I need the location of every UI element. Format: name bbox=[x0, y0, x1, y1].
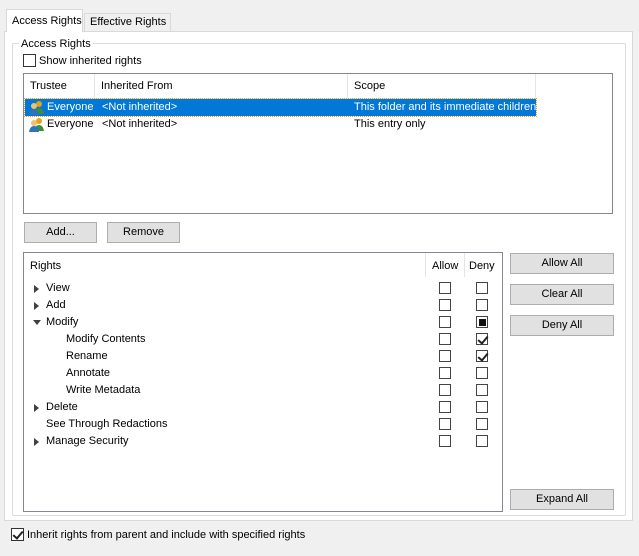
rights-item-label: Manage Security bbox=[46, 435, 129, 447]
trustee-scope: This folder and its immediate children bbox=[354, 101, 537, 113]
group-title: Access Rights bbox=[19, 37, 93, 51]
trustee-scope: This entry only bbox=[354, 118, 426, 130]
column-scope[interactable]: Scope bbox=[348, 74, 536, 99]
deny-checkbox[interactable] bbox=[476, 299, 488, 311]
inherit-rights-checkbox[interactable] bbox=[11, 528, 24, 541]
deny-checkbox[interactable] bbox=[476, 350, 488, 362]
trustee-row[interactable]: Everyone <Not inherited> This folder and… bbox=[24, 98, 537, 117]
allow-checkbox[interactable] bbox=[439, 333, 451, 345]
rights-item[interactable]: Annotate bbox=[24, 365, 502, 382]
tab-effective-rights[interactable]: Effective Rights bbox=[84, 13, 171, 31]
deny-all-button[interactable]: Deny All bbox=[510, 315, 614, 336]
deny-checkbox[interactable] bbox=[476, 418, 488, 430]
rights-item[interactable]: Delete bbox=[24, 399, 502, 416]
rights-item-label: Write Metadata bbox=[66, 384, 141, 396]
rights-item-label: See Through Redactions bbox=[46, 418, 168, 430]
rights-item-label: Modify bbox=[46, 316, 79, 328]
tab-effective-rights-label: Effective Rights bbox=[90, 16, 167, 28]
allow-checkbox[interactable] bbox=[439, 299, 451, 311]
expand-arrow-icon[interactable] bbox=[34, 438, 39, 446]
allow-checkbox[interactable] bbox=[439, 401, 451, 413]
trustee-inherited-from: <Not inherited> bbox=[102, 118, 178, 130]
allow-checkbox[interactable] bbox=[439, 282, 451, 294]
column-divider bbox=[425, 253, 426, 277]
deny-checkbox[interactable] bbox=[476, 367, 488, 379]
rights-item[interactable]: Add bbox=[24, 297, 502, 314]
rights-item[interactable]: View bbox=[24, 280, 502, 297]
column-divider bbox=[464, 253, 465, 277]
rights-item[interactable]: See Through Redactions bbox=[24, 416, 502, 433]
inherit-rights-label: Inherit rights from parent and include w… bbox=[27, 529, 306, 541]
rights-tree[interactable]: Rights Allow Deny View Add Modify Modify Co… bbox=[23, 252, 503, 512]
rights-header: Rights Allow Deny bbox=[24, 258, 502, 275]
rights-item[interactable]: Modify Contents bbox=[24, 331, 502, 348]
expand-all-button[interactable]: Expand All bbox=[510, 489, 614, 510]
trustee-name: Everyone bbox=[47, 101, 94, 113]
rights-item[interactable]: Write Metadata bbox=[24, 382, 502, 399]
allow-all-button[interactable]: Allow All bbox=[510, 253, 614, 274]
trustee-inherited-from: <Not inherited> bbox=[102, 101, 178, 113]
tab-access-rights-label: Access Rights bbox=[12, 15, 82, 27]
deny-column-header: Deny bbox=[469, 260, 495, 272]
allow-column-header: Allow bbox=[432, 260, 459, 272]
expand-arrow-icon[interactable] bbox=[34, 404, 39, 412]
deny-checkbox[interactable] bbox=[476, 282, 488, 294]
column-trustee[interactable]: Trustee bbox=[24, 74, 95, 99]
allow-checkbox[interactable] bbox=[439, 367, 451, 379]
collapse-arrow-icon[interactable] bbox=[33, 320, 41, 325]
rights-item-label: Annotate bbox=[66, 367, 111, 379]
rights-item[interactable]: Modify bbox=[24, 314, 502, 331]
rights-item-label: View bbox=[46, 282, 70, 294]
allow-checkbox[interactable] bbox=[439, 435, 451, 447]
show-inherited-label: Show inherited rights bbox=[39, 55, 142, 67]
rights-column-header: Rights bbox=[30, 260, 62, 272]
rights-item[interactable]: Rename bbox=[24, 348, 502, 365]
deny-checkbox[interactable] bbox=[476, 401, 488, 413]
deny-checkbox[interactable] bbox=[476, 316, 488, 328]
column-inherited-from-label: Inherited From bbox=[101, 80, 173, 92]
remove-button[interactable]: Remove bbox=[107, 222, 180, 243]
group-user-icon bbox=[29, 118, 44, 132]
clear-all-button[interactable]: Clear All bbox=[510, 284, 614, 305]
deny-checkbox[interactable] bbox=[476, 333, 488, 345]
allow-checkbox[interactable] bbox=[439, 418, 451, 430]
allow-checkbox[interactable] bbox=[439, 350, 451, 362]
show-inherited-checkbox[interactable] bbox=[23, 54, 36, 67]
trustee-list[interactable]: Trustee Inherited From Scope Everyone <N… bbox=[23, 73, 613, 214]
expand-arrow-icon[interactable] bbox=[34, 285, 39, 293]
expand-arrow-icon[interactable] bbox=[34, 302, 39, 310]
rights-item-label: Rename bbox=[66, 350, 108, 362]
column-inherited-from[interactable]: Inherited From bbox=[95, 74, 348, 99]
trustee-name: Everyone bbox=[47, 118, 94, 130]
deny-checkbox[interactable] bbox=[476, 435, 488, 447]
trustee-row[interactable]: Everyone <Not inherited> This entry only bbox=[25, 116, 536, 133]
rights-item[interactable]: Manage Security bbox=[24, 433, 502, 450]
tab-access-rights[interactable]: Access Rights bbox=[6, 9, 83, 32]
allow-checkbox[interactable] bbox=[439, 316, 451, 328]
trustee-list-header: Trustee Inherited From Scope bbox=[24, 74, 536, 99]
column-scope-label: Scope bbox=[354, 80, 386, 92]
rights-item-label: Modify Contents bbox=[66, 333, 146, 345]
add-button[interactable]: Add... bbox=[24, 222, 97, 243]
allow-checkbox[interactable] bbox=[439, 384, 451, 396]
rights-item-label: Delete bbox=[46, 401, 78, 413]
column-trustee-label: Trustee bbox=[30, 80, 67, 92]
deny-checkbox[interactable] bbox=[476, 384, 488, 396]
rights-item-label: Add bbox=[46, 299, 66, 311]
group-user-icon bbox=[29, 101, 44, 115]
